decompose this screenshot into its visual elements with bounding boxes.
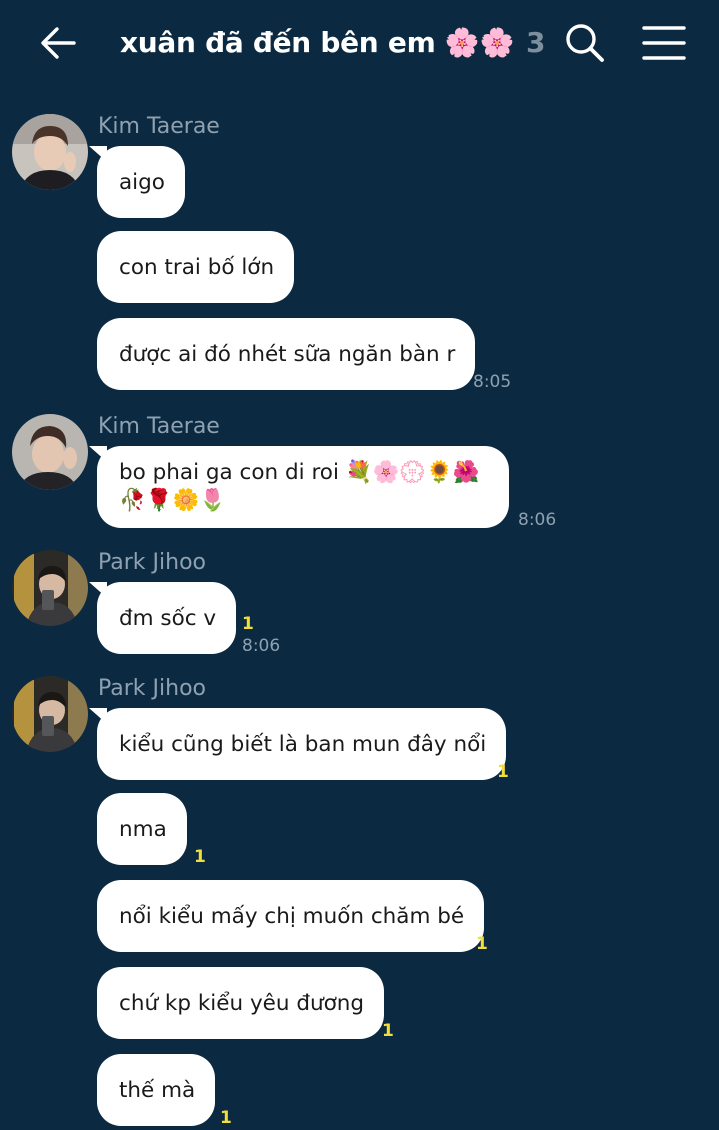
unread-count: 1: [220, 1108, 232, 1128]
message-bubble[interactable]: bo phai ga con di roi 💐🌸💮🌻🌺 🥀🌹🌼🌷: [89, 446, 509, 528]
message-bubble[interactable]: chứ kp kiểu yêu đương: [97, 967, 385, 1039]
message-text: thế mà: [119, 1077, 196, 1103]
message-text: chứ kp kiểu yêu đương: [119, 990, 365, 1016]
message-text: đm sốc v: [119, 605, 217, 631]
unread-count: 1: [497, 762, 509, 782]
message-text: con trai bố lớn: [119, 254, 275, 280]
unread-count: 1: [242, 614, 254, 634]
chat-title: xuân đã đến bên em 🌸🌸 3: [120, 22, 546, 64]
message-bubble[interactable]: con trai bố lớn: [97, 231, 295, 303]
profile-photo-icon: [12, 414, 88, 490]
message-bubble[interactable]: aigo: [89, 146, 185, 218]
sender-name: Park Jihoo: [98, 550, 207, 575]
message-bubble[interactable]: thế mà: [97, 1054, 216, 1126]
profile-photo-icon: [12, 114, 88, 190]
message-text: nổi kiểu mấy chị muốn chăm bé: [119, 903, 465, 929]
profile-photo-icon: [12, 676, 88, 752]
message-time: 8:06: [518, 510, 557, 530]
avatar-kim-taerae[interactable]: [12, 414, 88, 490]
chat-title-text: xuân đã đến bên em 🌸🌸: [120, 26, 515, 59]
message-bubble[interactable]: được ai đó nhét sữa ngăn bàn r: [97, 318, 476, 390]
avatar-park-jihoo[interactable]: [12, 676, 88, 752]
search-icon: [566, 24, 604, 62]
message-text: nma: [119, 816, 167, 842]
sender-name: Kim Taerae: [98, 414, 220, 439]
message-text-line2: 🥀🌹🌼🌷: [119, 488, 227, 513]
avatar-park-jihoo[interactable]: [12, 550, 88, 626]
message-text: kiểu cũng biết là ban mun đây nổi: [119, 731, 487, 757]
message-bubble[interactable]: nổi kiểu mấy chị muốn chăm bé: [97, 880, 485, 952]
message-text: aigo: [119, 169, 165, 195]
unread-count: 1: [476, 934, 488, 954]
arrow-left-icon: [41, 27, 76, 59]
message-bubble[interactable]: kiểu cũng biết là ban mun đây nổi: [88, 708, 507, 780]
message-bubble[interactable]: đm sốc v: [88, 582, 237, 654]
message-text: được ai đó nhét sữa ngăn bàn r: [119, 341, 456, 367]
chat-header: xuân đã đến bên em 🌸🌸 3: [0, 0, 719, 86]
member-count: 3: [526, 26, 546, 59]
unread-count: 1: [382, 1021, 394, 1041]
avatar-kim-taerae[interactable]: [12, 114, 88, 190]
message-bubble[interactable]: nma: [97, 793, 187, 865]
sender-name: Park Jihoo: [98, 676, 207, 701]
sender-name: Kim Taerae: [98, 114, 220, 139]
menu-button[interactable]: [642, 24, 686, 62]
search-button[interactable]: [564, 22, 606, 64]
message-text: bo phai ga con di roi 💐🌸💮🌻🌺: [119, 460, 480, 485]
back-button[interactable]: [38, 22, 80, 64]
hamburger-menu-icon: [642, 26, 686, 60]
unread-count: 1: [194, 847, 206, 867]
message-time: 8:05: [473, 372, 512, 392]
profile-photo-icon: [12, 550, 88, 626]
message-time: 8:06: [242, 636, 281, 656]
